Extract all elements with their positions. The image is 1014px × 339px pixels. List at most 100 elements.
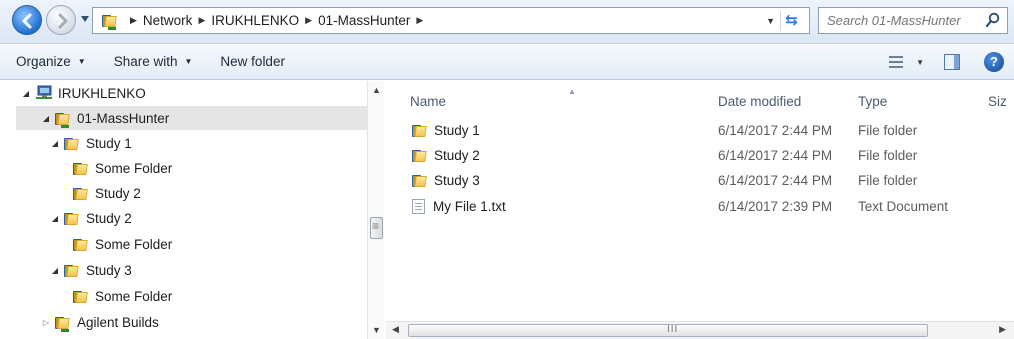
search-box[interactable] bbox=[818, 7, 1008, 34]
scroll-up-icon[interactable]: ▲ bbox=[368, 85, 385, 95]
file-name: My File 1.txt bbox=[433, 199, 506, 214]
folder-icon bbox=[412, 124, 428, 137]
file-date: 6/14/2017 2:39 PM bbox=[718, 199, 833, 214]
column-header-label: Siz bbox=[988, 93, 1007, 109]
refresh-icon[interactable]: ⇆ bbox=[780, 11, 802, 31]
column-header-name[interactable]: ▲ Name bbox=[410, 87, 710, 115]
scroll-left-icon[interactable]: ◀ bbox=[392, 324, 399, 335]
tree-item-agilent-builds[interactable]: Agilent Builds bbox=[40, 310, 350, 334]
folder-icon bbox=[73, 238, 89, 251]
column-header-size[interactable]: Siz bbox=[988, 87, 1014, 115]
folder-icon bbox=[412, 174, 428, 187]
new-folder-button[interactable]: New folder bbox=[220, 54, 285, 69]
expanded-arrow-icon[interactable] bbox=[49, 265, 61, 275]
network-folder-icon bbox=[102, 14, 118, 30]
column-header-label: Date modified bbox=[718, 93, 802, 109]
arrow-right-icon bbox=[58, 13, 68, 29]
column-header-type[interactable]: Type bbox=[858, 87, 978, 115]
back-button[interactable] bbox=[12, 5, 42, 35]
file-type: Text Document bbox=[858, 199, 949, 214]
navigation-scrollbar[interactable]: ▲ ▼ bbox=[367, 81, 384, 339]
tree-item-label: Study 1 bbox=[86, 135, 132, 151]
breadcrumb-irukhlenko[interactable]: IRUKHLENKO bbox=[211, 13, 299, 28]
new-folder-label: New folder bbox=[220, 54, 285, 69]
chevron-right-icon[interactable]: ▶ bbox=[198, 15, 205, 26]
breadcrumb-01-masshunter[interactable]: 01-MassHunter bbox=[318, 13, 410, 28]
expanded-arrow-icon[interactable] bbox=[20, 88, 32, 98]
network-folder-icon bbox=[55, 112, 71, 128]
forward-button[interactable] bbox=[46, 5, 76, 35]
scroll-thumb[interactable]: III bbox=[408, 324, 928, 337]
command-bar: Organize ▼ Share with ▼ New folder ▼ ? bbox=[0, 44, 1014, 80]
address-dropdown-icon[interactable]: ▼ bbox=[766, 16, 775, 26]
tree-item-some-folder[interactable]: Some Folder bbox=[70, 232, 360, 256]
chevron-right-icon[interactable]: ▶ bbox=[416, 15, 423, 26]
help-icon[interactable]: ? bbox=[984, 52, 1004, 72]
file-list-horizontal-scrollbar[interactable]: ◀ III ▶ bbox=[386, 321, 1014, 339]
scroll-right-icon[interactable]: ▶ bbox=[999, 324, 1006, 335]
collapsed-arrow-icon[interactable] bbox=[40, 317, 52, 327]
file-name: Study 2 bbox=[434, 148, 480, 163]
file-row[interactable]: Study 1 6/14/2017 2:44 PM File folder bbox=[386, 119, 1014, 144]
tree-item-01-masshunter[interactable]: 01-MassHunter bbox=[16, 106, 367, 130]
expanded-arrow-icon[interactable] bbox=[49, 138, 61, 148]
breadcrumb-network[interactable]: Network bbox=[143, 13, 193, 28]
network-computer-icon bbox=[36, 85, 52, 99]
tree-item-some-folder[interactable]: Some Folder bbox=[70, 284, 360, 308]
expanded-arrow-icon[interactable] bbox=[40, 113, 52, 123]
tree-item-label: Study 2 bbox=[86, 210, 132, 226]
text-file-icon bbox=[412, 199, 425, 214]
file-type: File folder bbox=[858, 148, 918, 163]
preview-pane-icon[interactable] bbox=[944, 54, 960, 70]
file-name: Study 1 bbox=[434, 123, 480, 138]
tree-item-study-2[interactable]: Study 2 bbox=[49, 206, 349, 230]
change-view-icon[interactable] bbox=[886, 52, 910, 72]
share-with-label: Share with bbox=[113, 54, 178, 69]
folder-icon bbox=[412, 149, 428, 162]
scroll-thumb[interactable] bbox=[370, 217, 383, 239]
tree-item-label: Study 3 bbox=[86, 262, 132, 278]
sort-ascending-icon: ▲ bbox=[568, 87, 576, 96]
tree-item-study-1[interactable]: Study 1 bbox=[49, 131, 349, 155]
file-row[interactable]: Study 2 6/14/2017 2:44 PM File folder bbox=[386, 144, 1014, 169]
tree-item-label: IRUKHLENKO bbox=[58, 85, 146, 101]
tree-item-irukhlenko[interactable]: IRUKHLENKO bbox=[20, 81, 360, 105]
navigation-pane: IRUKHLENKO 01-MassHunter Study 1 Some Fo… bbox=[0, 81, 367, 339]
file-date: 6/14/2017 2:44 PM bbox=[718, 123, 833, 138]
file-type: File folder bbox=[858, 173, 918, 188]
file-name: Study 3 bbox=[434, 173, 480, 188]
file-list: ▲ Name Date modified Type Siz Study 1 6/… bbox=[386, 81, 1014, 321]
tree-item-study-3[interactable]: Study 3 bbox=[49, 258, 349, 282]
column-header-label: Type bbox=[858, 93, 888, 109]
chevron-right-icon[interactable]: ▶ bbox=[305, 15, 312, 26]
network-folder-icon bbox=[55, 316, 71, 332]
scroll-down-icon[interactable]: ▼ bbox=[368, 325, 385, 335]
caret-down-icon: ▼ bbox=[77, 57, 86, 66]
scroll-grip: III bbox=[667, 324, 679, 335]
share-with-button[interactable]: Share with ▼ bbox=[114, 54, 193, 69]
column-header-date-modified[interactable]: Date modified bbox=[718, 87, 848, 115]
address-bar[interactable]: ▶ Network ▶ IRUKHLENKO ▶ 01-MassHunter ▶… bbox=[92, 7, 810, 34]
view-options-dropdown-icon[interactable]: ▼ bbox=[916, 58, 924, 67]
tree-item-label: 01-MassHunter bbox=[77, 110, 170, 126]
expanded-arrow-icon[interactable] bbox=[49, 213, 61, 223]
search-icon[interactable] bbox=[985, 12, 1001, 28]
tree-item-study-2-sub[interactable]: Study 2 bbox=[70, 181, 360, 205]
address-row: ▶ Network ▶ IRUKHLENKO ▶ 01-MassHunter ▶… bbox=[0, 0, 1014, 44]
folder-icon bbox=[73, 290, 89, 303]
file-date: 6/14/2017 2:44 PM bbox=[718, 173, 833, 188]
tree-item-label: Some Folder bbox=[95, 288, 173, 304]
file-row[interactable]: My File 1.txt 6/14/2017 2:39 PM Text Doc… bbox=[386, 195, 1014, 220]
search-input[interactable] bbox=[827, 13, 977, 28]
file-date: 6/14/2017 2:44 PM bbox=[718, 148, 833, 163]
folder-icon bbox=[64, 264, 80, 277]
file-row[interactable]: Study 3 6/14/2017 2:44 PM File folder bbox=[386, 169, 1014, 194]
organize-button[interactable]: Organize ▼ bbox=[16, 54, 86, 69]
tree-item-some-folder[interactable]: Some Folder bbox=[70, 156, 360, 180]
tree-item-label: Agilent Builds bbox=[77, 314, 159, 330]
chevron-right-icon[interactable]: ▶ bbox=[130, 15, 137, 26]
file-type: File folder bbox=[858, 123, 918, 138]
recent-pages-dropdown-icon[interactable] bbox=[80, 14, 90, 24]
caret-down-icon: ▼ bbox=[184, 57, 193, 66]
folder-icon bbox=[73, 162, 89, 175]
